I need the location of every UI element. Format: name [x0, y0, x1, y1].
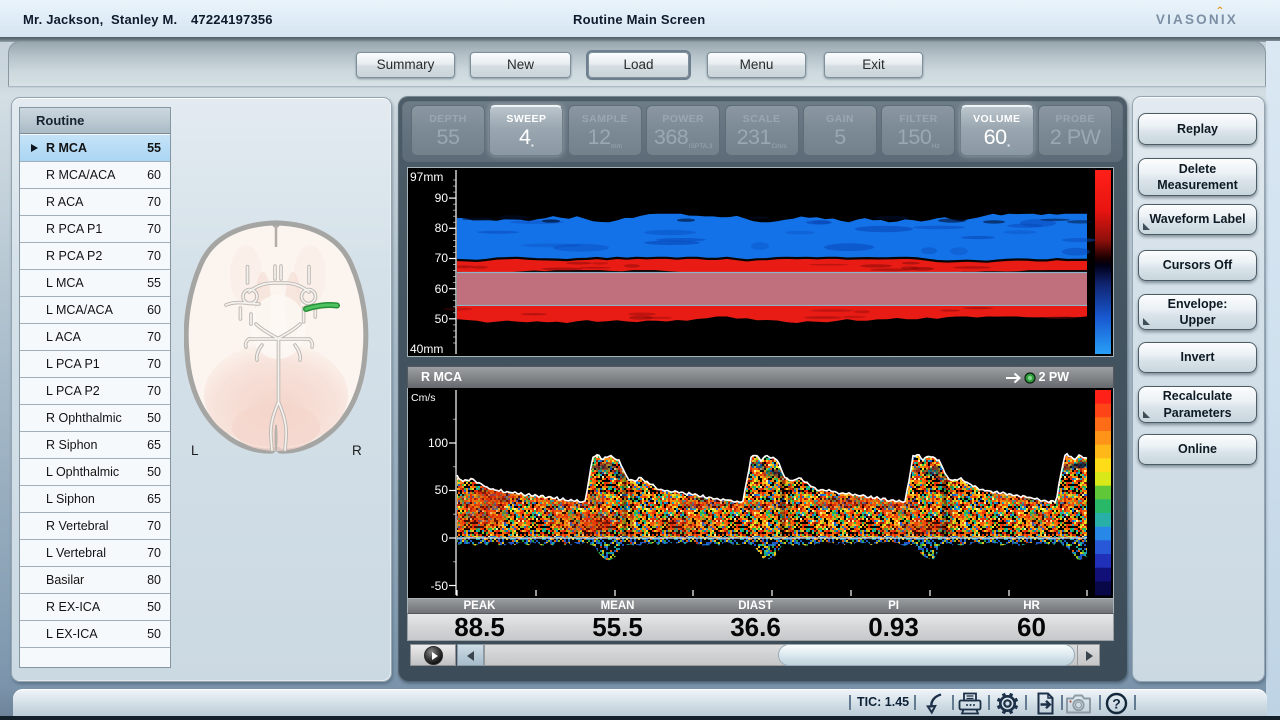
svg-text:50: 50: [435, 483, 449, 497]
svg-text:70: 70: [435, 251, 449, 265]
svg-text:0: 0: [441, 531, 448, 545]
svg-text:40mm: 40mm: [410, 342, 443, 356]
svg-text:90: 90: [435, 191, 449, 205]
svg-text:100: 100: [428, 436, 448, 450]
svg-text:-50: -50: [431, 579, 449, 593]
svg-text:?: ?: [1112, 696, 1121, 712]
svg-text:50: 50: [435, 312, 449, 326]
svg-text:60: 60: [435, 282, 449, 296]
svg-text:Cm/s: Cm/s: [411, 392, 436, 404]
svg-text:97mm: 97mm: [410, 170, 443, 184]
svg-text:80: 80: [435, 221, 449, 235]
